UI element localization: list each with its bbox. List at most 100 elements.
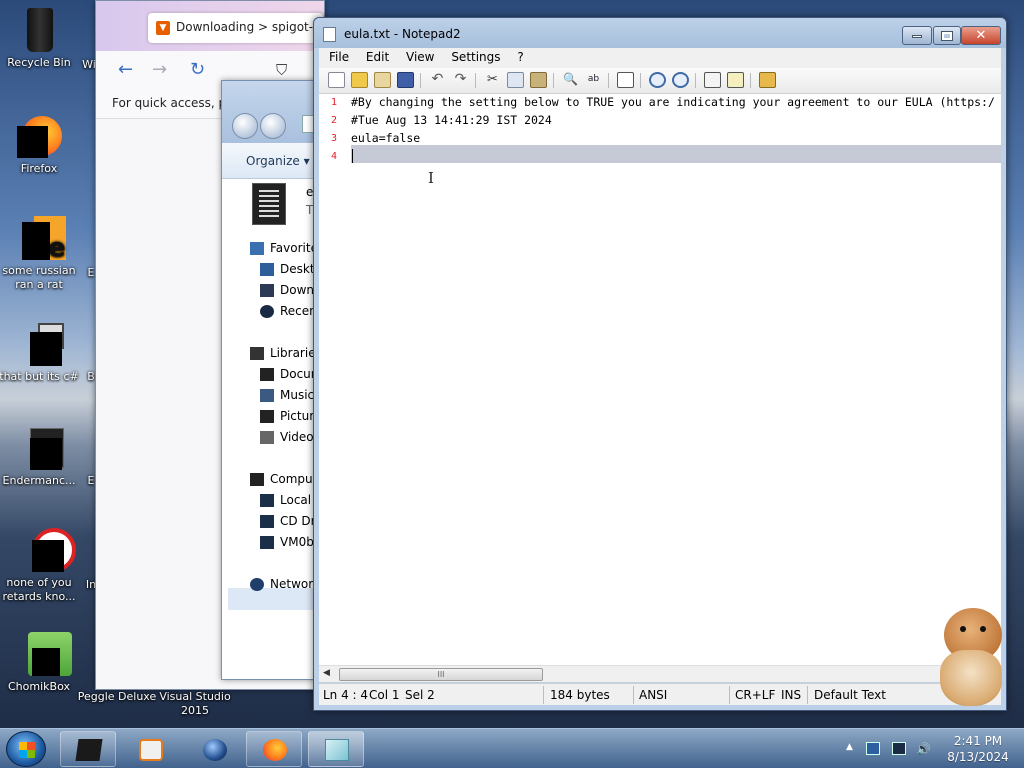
notepad-window[interactable]: eula.txt - Notepad2 ✕ File Edit View Set… — [313, 17, 1007, 711]
maximize-button[interactable] — [933, 26, 961, 45]
line-number: 4 — [330, 151, 337, 162]
zoom-in-icon[interactable] — [649, 72, 666, 88]
save-icon[interactable] — [397, 72, 414, 88]
taskbar-media-player[interactable] — [122, 731, 178, 767]
start-button[interactable] — [6, 731, 46, 767]
close-button[interactable]: ✕ — [961, 26, 1001, 45]
action-center-icon[interactable] — [866, 742, 880, 755]
desktop-icon-recycle-bin[interactable]: Recycle Bin — [0, 6, 81, 70]
status-divider — [543, 686, 544, 704]
maximize-icon — [941, 31, 953, 41]
new-file-icon[interactable] — [328, 72, 345, 88]
line-number-gutter — [319, 94, 351, 680]
desktop-icon-endermanch[interactable]: Endermanc... — [0, 424, 81, 488]
desktop-icon-label: that but its c# — [0, 370, 79, 383]
status-divider — [807, 686, 808, 704]
paste-icon[interactable] — [530, 72, 547, 88]
toolbar-separator — [695, 73, 696, 88]
clock-date: 8/13/2024 — [947, 750, 1009, 764]
network-icon[interactable] — [892, 742, 906, 755]
network-drive-icon — [260, 536, 274, 549]
browser-tab[interactable]: ▼ Downloading > spigot-1.1 — [148, 13, 323, 43]
toolbar-separator — [608, 73, 609, 88]
toolbar-separator — [420, 73, 421, 88]
volume-icon[interactable]: 🔊 — [916, 742, 931, 756]
scheme-icon[interactable] — [704, 72, 721, 88]
desktop-icon-russian-rat[interactable]: e some russian ran a rat — [0, 214, 81, 293]
shield-icon[interactable]: ⛉ — [276, 61, 287, 79]
browser-tab-bar: ▼ Downloading > spigot-1.1 — [96, 1, 324, 51]
menu-file[interactable]: File — [323, 48, 355, 64]
status-selection: Sel 2 — [405, 688, 435, 702]
open-folder-icon[interactable] — [351, 72, 368, 88]
nav-computer[interactable]: Comput — [250, 472, 317, 486]
redo-icon[interactable]: ↷ — [452, 72, 469, 88]
replace-icon[interactable]: ab — [585, 72, 602, 88]
nav-downloads[interactable]: Down — [260, 283, 314, 297]
horizontal-scrollbar[interactable]: ◀ III — [319, 665, 1001, 682]
find-icon[interactable]: 🔍 — [562, 72, 579, 88]
nav-vm-drive[interactable]: VM0b — [260, 535, 314, 549]
nav-favorites[interactable]: Favorite — [250, 241, 318, 255]
back-button[interactable] — [232, 113, 258, 139]
music-icon — [260, 389, 274, 402]
taskbar: ▲ 🔊 2:41 PM 8/13/2024 — [0, 728, 1024, 768]
undo-icon[interactable]: ↶ — [429, 72, 446, 88]
taskbar-firefox[interactable] — [246, 731, 302, 767]
line-number: 2 — [330, 115, 337, 126]
zoom-out-icon[interactable] — [672, 72, 689, 88]
taskbar-notepad[interactable] — [308, 731, 364, 767]
customize-scheme-icon[interactable] — [727, 72, 744, 88]
desktop-icon-firefox[interactable]: Firefox — [0, 112, 81, 176]
notepad-titlebar[interactable]: eula.txt - Notepad2 ✕ — [314, 18, 1006, 48]
launch-icon[interactable] — [759, 72, 776, 88]
system-clock[interactable]: 2:41 PM 8/13/2024 — [938, 733, 1018, 765]
copy-icon[interactable] — [507, 72, 524, 88]
show-hidden-icons[interactable]: ▲ — [846, 742, 860, 755]
menu-settings[interactable]: Settings — [445, 48, 506, 64]
firefox-icon — [16, 112, 62, 158]
desktop-icon-chomikbox[interactable]: ChomikBox — [0, 630, 81, 694]
download-tab-icon: ▼ — [156, 21, 170, 35]
desktop-icon-label: Endermanc... — [2, 474, 76, 487]
taskbar-app-1[interactable] — [60, 731, 116, 767]
minimize-button[interactable] — [902, 26, 932, 45]
hard-drive-icon — [260, 494, 274, 507]
code-line: #By changing the setting below to TRUE y… — [351, 95, 995, 109]
nav-recent[interactable]: Recen — [260, 304, 317, 318]
browse-icon[interactable] — [374, 72, 391, 88]
word-wrap-icon[interactable] — [617, 72, 634, 88]
status-file-size: 184 bytes — [550, 688, 610, 702]
forward-arrow-icon[interactable]: → — [152, 59, 167, 80]
nav-cd-drive[interactable]: CD Dr — [260, 514, 316, 528]
status-line-endings[interactable]: CR+LF — [735, 688, 775, 702]
desktop-icon-c-sharp[interactable]: that but its c# — [0, 320, 81, 384]
nav-music[interactable]: Music — [260, 388, 314, 402]
editor-area[interactable]: 1 2 3 4 #By changing the setting below t… — [319, 94, 1001, 680]
nav-documents[interactable]: Docur — [260, 367, 316, 381]
nav-pictures[interactable]: Pictur — [260, 409, 314, 423]
cut-icon[interactable]: ✂ — [484, 72, 501, 88]
scroll-left-icon[interactable]: ◀ — [323, 668, 330, 678]
status-column: Col 1 — [369, 688, 400, 702]
menu-edit[interactable]: Edit — [360, 48, 395, 64]
reload-icon[interactable]: ↻ — [190, 59, 205, 80]
window-stack-icon — [16, 320, 64, 366]
taskbar-globe[interactable] — [186, 731, 242, 767]
code-line: #Tue Aug 13 14:41:29 IST 2024 — [351, 113, 552, 127]
back-arrow-icon[interactable]: ← — [118, 59, 133, 80]
globe-icon — [203, 739, 227, 761]
status-scheme[interactable]: Default Text — [814, 688, 886, 702]
menu-view[interactable]: View — [400, 48, 440, 64]
close-icon: ✕ — [975, 28, 987, 43]
scrollbar-thumb[interactable]: III — [339, 668, 543, 681]
forward-button[interactable] — [260, 113, 286, 139]
status-insert-mode[interactable]: INS — [781, 688, 801, 702]
menu-help[interactable]: ? — [511, 48, 529, 64]
desktop-icon-none-of-you[interactable]: none of you retards kno... — [0, 526, 81, 605]
status-position: Ln 4 : 4 — [323, 688, 369, 702]
desktop-icon-label: Visual Studio 2015 — [159, 690, 231, 718]
windows-logo-icon — [19, 742, 35, 758]
status-encoding[interactable]: ANSI — [639, 688, 667, 702]
nav-local-disk[interactable]: Local — [260, 493, 311, 507]
